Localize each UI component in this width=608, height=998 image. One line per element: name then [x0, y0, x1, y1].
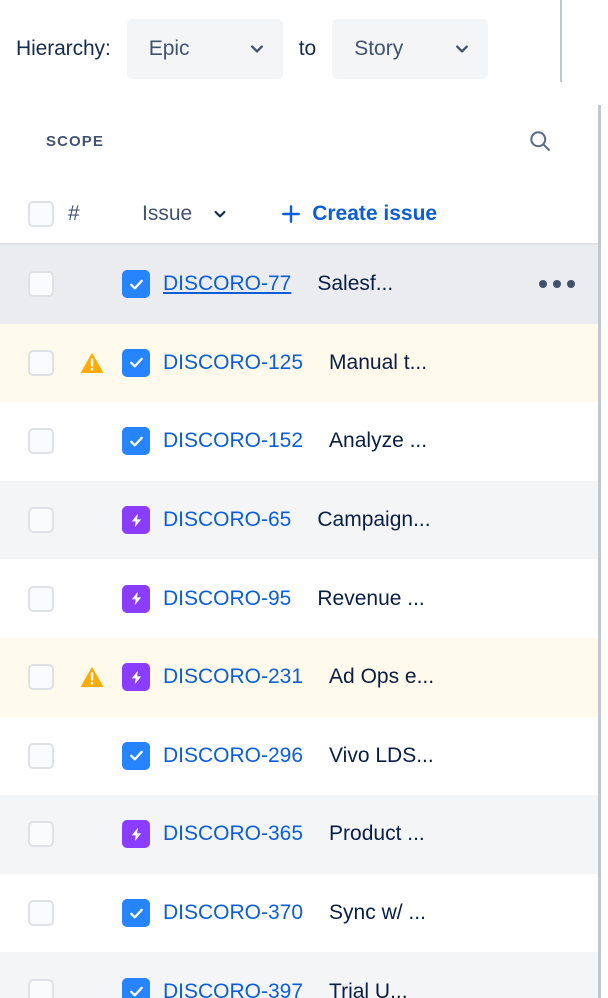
story-checkmark-icon[interactable]	[122, 427, 150, 456]
row-checkbox-wrap	[0, 507, 62, 534]
issue-key-link[interactable]: DISCORO-125	[163, 351, 303, 375]
rank-column-header: #	[68, 202, 80, 225]
table-row[interactable]: DISCORO-65 Campaign...	[0, 480, 600, 560]
epic-bolt-icon[interactable]	[122, 663, 150, 692]
row-warning-cell	[62, 665, 122, 689]
row-select-checkbox[interactable]	[28, 664, 54, 691]
table-row[interactable]: DISCORO-95 Revenue ...	[0, 559, 600, 638]
row-select-checkbox[interactable]	[28, 742, 54, 769]
story-checkmark-icon[interactable]	[122, 741, 150, 770]
plus-icon	[280, 203, 302, 225]
chevron-down-icon	[454, 41, 470, 57]
page-title: SCOPE	[46, 132, 105, 150]
issue-key-link[interactable]: DISCORO-231	[163, 665, 303, 689]
row-checkbox-wrap	[0, 271, 62, 298]
create-issue-button[interactable]: Create issue	[274, 198, 443, 230]
issue-summary: Ad Ops e...	[329, 665, 435, 689]
row-checkbox-wrap	[0, 349, 62, 376]
hierarchy-to-label: to	[298, 36, 317, 60]
hierarchy-to-select[interactable]: Story	[332, 18, 489, 79]
backlog-scope-panel: Hierarchy: Epic to Story SCOPE # Issue C…	[0, 0, 608, 998]
issue-summary: Revenue ...	[317, 586, 425, 610]
row-select-checkbox[interactable]	[28, 349, 54, 376]
issue-key-link[interactable]: DISCORO-365	[163, 822, 303, 846]
warning-triangle-icon[interactable]	[79, 351, 105, 375]
row-select-checkbox[interactable]	[28, 585, 54, 612]
issue-key-link[interactable]: DISCORO-397	[163, 980, 303, 998]
issue-summary: Sync w/ ...	[329, 901, 426, 925]
table-row[interactable]: DISCORO-77 Salesf...	[0, 245, 600, 324]
panel-resize-divider[interactable]	[598, 105, 601, 998]
table-row[interactable]: DISCORO-296 Vivo LDS...	[0, 716, 600, 796]
issue-summary: Manual t...	[329, 350, 428, 374]
row-checkbox-wrap	[0, 428, 62, 455]
issue-summary: Analyze ...	[329, 429, 428, 453]
issue-key-link[interactable]: DISCORO-77	[163, 272, 291, 296]
scope-header: SCOPE	[0, 97, 600, 185]
chevron-down-icon	[249, 41, 265, 57]
table-row[interactable]: DISCORO-370 Sync w/ ...	[0, 873, 600, 953]
hierarchy-to-value: Story	[354, 36, 404, 60]
row-checkbox-wrap	[0, 742, 62, 769]
hierarchy-label: Hierarchy:	[16, 36, 111, 60]
row-select-checkbox[interactable]	[28, 978, 54, 998]
table-row[interactable]: DISCORO-365 Product ...	[0, 795, 600, 874]
table-row[interactable]: DISCORO-231 Ad Ops e...	[0, 637, 600, 717]
scope-table-header: # Issue Create issue	[0, 185, 600, 245]
row-checkbox-wrap	[0, 821, 62, 848]
issue-key-link[interactable]: DISCORO-296	[163, 744, 303, 768]
issue-column-label: Issue	[142, 202, 193, 225]
issue-key-link[interactable]: DISCORO-370	[163, 901, 303, 925]
issue-key-link[interactable]: DISCORO-152	[163, 429, 303, 453]
epic-bolt-icon[interactable]	[122, 820, 150, 849]
story-checkmark-icon[interactable]	[122, 270, 150, 299]
search-icon[interactable]	[522, 123, 558, 159]
row-select-checkbox[interactable]	[28, 900, 54, 927]
scope-issue-list: DISCORO-77 Salesf... DISCORO-125 Manual t..…	[0, 245, 600, 998]
issue-key-link[interactable]: DISCORO-65	[163, 508, 291, 532]
row-select-checkbox[interactable]	[28, 428, 54, 455]
create-issue-label: Create issue	[312, 202, 438, 225]
hierarchy-from-value: Epic	[148, 36, 190, 60]
row-warning-cell	[62, 351, 122, 375]
epic-bolt-icon[interactable]	[122, 584, 150, 613]
warning-triangle-icon[interactable]	[79, 665, 105, 689]
story-checkmark-icon[interactable]	[122, 348, 150, 377]
story-checkmark-icon[interactable]	[122, 899, 150, 928]
issue-summary: Trial U...	[329, 979, 408, 998]
row-checkbox-wrap	[0, 900, 62, 927]
row-checkbox-wrap	[0, 978, 62, 998]
scope-panel: SCOPE # Issue Create issue DISCORO-77 Sa…	[0, 97, 600, 998]
row-checkbox-wrap	[0, 664, 62, 691]
issue-key-link[interactable]: DISCORO-95	[163, 587, 291, 611]
table-row[interactable]: DISCORO-125 Manual t...	[0, 323, 600, 403]
table-row[interactable]: DISCORO-397 Trial U...	[0, 952, 600, 998]
row-select-checkbox[interactable]	[28, 271, 54, 298]
more-actions-icon[interactable]	[536, 267, 578, 301]
chevron-down-icon	[212, 206, 228, 222]
hierarchy-from-select[interactable]: Epic	[126, 18, 283, 79]
select-all-wrap	[0, 201, 62, 227]
issue-summary: Vivo LDS...	[329, 743, 434, 767]
row-select-checkbox[interactable]	[28, 507, 54, 534]
epic-bolt-icon[interactable]	[122, 506, 150, 535]
toolbar-divider	[560, 0, 562, 82]
story-checkmark-icon[interactable]	[122, 977, 150, 998]
issue-summary: Product ...	[329, 822, 425, 846]
select-all-checkbox[interactable]	[28, 201, 54, 227]
row-select-checkbox[interactable]	[28, 821, 54, 848]
issue-summary: Campaign...	[317, 508, 431, 532]
hierarchy-toolbar: Hierarchy: Epic to Story	[0, 0, 608, 97]
table-row[interactable]: DISCORO-152 Analyze ...	[0, 402, 600, 481]
issue-column-header[interactable]: Issue	[142, 202, 228, 226]
row-checkbox-wrap	[0, 585, 62, 612]
